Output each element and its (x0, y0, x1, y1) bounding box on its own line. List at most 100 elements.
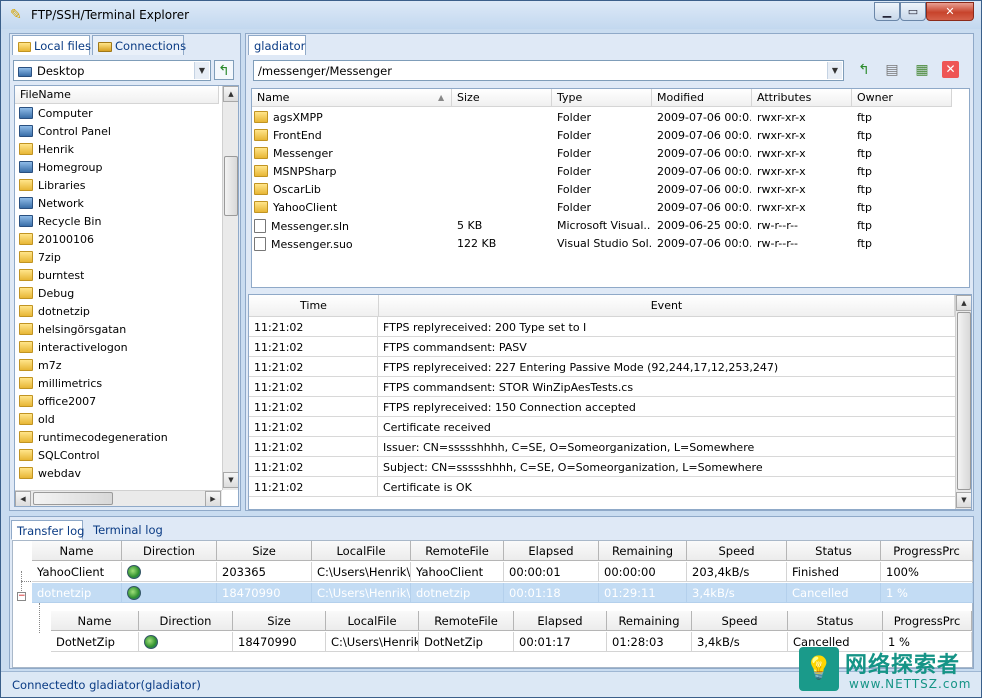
table-row[interactable]: Messenger Folder 2009-07-06 00:0... rwxr-xr… (252, 145, 969, 163)
column-header-size[interactable]: Size (217, 541, 312, 561)
column-header-status[interactable]: Status (787, 541, 881, 561)
list-item[interactable]: SQLControl (17, 447, 221, 465)
scroll-down-icon[interactable]: ▼ (956, 492, 971, 508)
child-cell-elapsed[interactable]: 00:01:17 (514, 632, 607, 652)
child-column-header-remaining[interactable]: Remaining (607, 611, 692, 631)
collapse-icon[interactable]: − (17, 592, 26, 601)
log-row[interactable]: 11:21:02 Certificate is OK (249, 477, 955, 497)
child-column-header-localfile[interactable]: LocalFile (326, 611, 419, 631)
scroll-down-icon[interactable]: ▼ (223, 472, 238, 488)
column-header-direction[interactable]: Direction (122, 541, 217, 561)
column-header-event[interactable]: Event (379, 295, 955, 317)
list-item[interactable]: Network (17, 195, 221, 213)
column-header-attributes[interactable]: Attributes (752, 89, 852, 107)
child-column-header-remotefile[interactable]: RemoteFile (419, 611, 514, 631)
log-row[interactable]: 11:21:02 Subject: CN=ssssshhhh, C=SE, O=S… (249, 457, 955, 477)
horizontal-scrollbar[interactable]: ◀ ▶ (15, 490, 222, 506)
column-header-filename[interactable]: FileName (15, 86, 219, 104)
log-row[interactable]: 11:21:02 Issuer: CN=ssssshhhh, C=SE, O=So… (249, 437, 955, 457)
table-row[interactable]: Messenger.sln 5 KB Microsoft Visual... 2009… (252, 217, 969, 235)
list-item[interactable]: 7zip (17, 249, 221, 267)
tab-connections[interactable]: Connections (92, 35, 186, 55)
list-item[interactable]: Recycle Bin (17, 213, 221, 231)
scroll-thumb[interactable] (224, 156, 238, 216)
column-header-owner[interactable]: Owner (852, 89, 952, 107)
list-item[interactable]: old (17, 411, 221, 429)
maximize-button[interactable]: ▭ (900, 2, 926, 21)
child-column-header-name[interactable]: Name (51, 611, 139, 631)
table-row[interactable]: Messenger.suo 122 KB Visual Studio Sol... 2… (252, 235, 969, 253)
tab-gladiator[interactable]: gladiator (248, 35, 306, 55)
child-column-header-progressprc[interactable]: ProgressPrc (883, 611, 972, 631)
list-item[interactable]: Homegroup (17, 159, 221, 177)
child-cell-size[interactable]: 18470990 (233, 632, 326, 652)
table-row[interactable]: FrontEnd Folder 2009-07-06 00:0... rwxr-xr-… (252, 127, 969, 145)
column-header-modified[interactable]: Modified (652, 89, 752, 107)
scroll-right-icon[interactable]: ▶ (205, 491, 221, 506)
column-header-remaining[interactable]: Remaining (599, 541, 687, 561)
scroll-up-icon[interactable]: ▲ (956, 295, 971, 311)
hscroll-thumb[interactable] (33, 492, 113, 505)
child-column-header-size[interactable]: Size (233, 611, 326, 631)
column-header-progressprc[interactable]: ProgressPrc (881, 541, 973, 561)
column-header-time[interactable]: Time (249, 295, 379, 317)
table-row[interactable]: agsXMPP Folder 2009-07-06 00:0... rwxr-xr-x… (252, 109, 969, 127)
list-item[interactable]: dotnetzip (17, 303, 221, 321)
chevron-down-icon[interactable]: ▼ (827, 62, 842, 79)
column-header-localfile[interactable]: LocalFile (312, 541, 411, 561)
column-header-elapsed[interactable]: Elapsed (504, 541, 599, 561)
list-item[interactable]: Computer (17, 105, 221, 123)
list-item[interactable]: millimetrics (17, 375, 221, 393)
properties-icon[interactable]: ▤ (882, 60, 902, 80)
list-item[interactable]: Henrik (17, 141, 221, 159)
log-row[interactable]: 11:21:02 FTPS replyreceived: 227 Entering… (249, 357, 955, 377)
scroll-left-icon[interactable]: ◀ (15, 491, 31, 506)
scroll-thumb[interactable] (957, 312, 971, 490)
event-vertical-scrollbar[interactable]: ▲ ▼ (955, 295, 971, 509)
list-item[interactable]: webdav (17, 465, 221, 483)
log-row[interactable]: 11:21:02 FTPS replyreceived: 150 Connecti… (249, 397, 955, 417)
table-row[interactable]: YahooClient Folder 2009-07-06 00:0... rwxr-… (252, 199, 969, 217)
child-cell-dir[interactable] (139, 632, 233, 652)
log-row[interactable]: 11:21:02 FTPS replyreceived: 200 Type set… (249, 317, 955, 337)
log-row[interactable]: 11:21:02 FTPS commandsent: STOR WinZipAes… (249, 377, 955, 397)
up-folder-icon[interactable]: ↰ (854, 60, 874, 80)
list-item[interactable]: office2007 (17, 393, 221, 411)
column-header-type[interactable]: Type (552, 89, 652, 107)
list-item[interactable]: runtimecodegeneration (17, 429, 221, 447)
child-cell-remote[interactable]: DotNetZip (419, 632, 514, 652)
tab-local-files[interactable]: Local files (12, 35, 91, 55)
log-row[interactable]: 11:21:02 FTPS commandsent: PASV (249, 337, 955, 357)
close-button[interactable]: ✕ (926, 2, 974, 21)
column-header-name[interactable]: Name (252, 89, 452, 107)
list-item[interactable]: m7z (17, 357, 221, 375)
vertical-scrollbar[interactable]: ▲ ▼ (222, 86, 238, 490)
column-header-remotefile[interactable]: RemoteFile (411, 541, 504, 561)
scroll-up-icon[interactable]: ▲ (223, 86, 238, 102)
log-row[interactable]: 11:21:02 Certificate received (249, 417, 955, 437)
table-row[interactable]: OscarLib Folder 2009-07-06 00:0... rwxr-xr-… (252, 181, 969, 199)
child-column-header-direction[interactable]: Direction (139, 611, 233, 631)
child-column-header-elapsed[interactable]: Elapsed (514, 611, 607, 631)
remote-path-combo[interactable]: /messenger/Messenger ▼ (253, 60, 844, 81)
column-header-speed[interactable]: Speed (687, 541, 787, 561)
up-folder-icon[interactable]: ↰ (214, 60, 234, 80)
new-folder-icon[interactable]: ▦ (912, 60, 932, 80)
column-header-size[interactable]: Size (452, 89, 552, 107)
column-header-name[interactable]: Name (32, 541, 122, 561)
list-item[interactable]: burntest (17, 267, 221, 285)
child-cell-name[interactable]: DotNetZip (51, 632, 139, 652)
location-combo[interactable]: Desktop ▼ (13, 60, 211, 81)
tab-terminal-log[interactable]: Terminal log (88, 520, 166, 540)
child-column-header-speed[interactable]: Speed (692, 611, 788, 631)
list-item[interactable]: 20100106 (17, 231, 221, 249)
child-cell-local[interactable]: C:\Users\Henrik\ (326, 632, 419, 652)
tab-transfer-log[interactable]: Transfer log (11, 520, 84, 540)
delete-icon[interactable]: ✕ (942, 61, 959, 78)
child-cell-speed[interactable]: 3,4kB/s (692, 632, 788, 652)
list-item[interactable]: Debug (17, 285, 221, 303)
minimize-button[interactable]: ▁ (874, 2, 900, 21)
child-cell-remaining[interactable]: 01:28:03 (607, 632, 692, 652)
list-item[interactable]: Libraries (17, 177, 221, 195)
list-item[interactable]: Control Panel (17, 123, 221, 141)
